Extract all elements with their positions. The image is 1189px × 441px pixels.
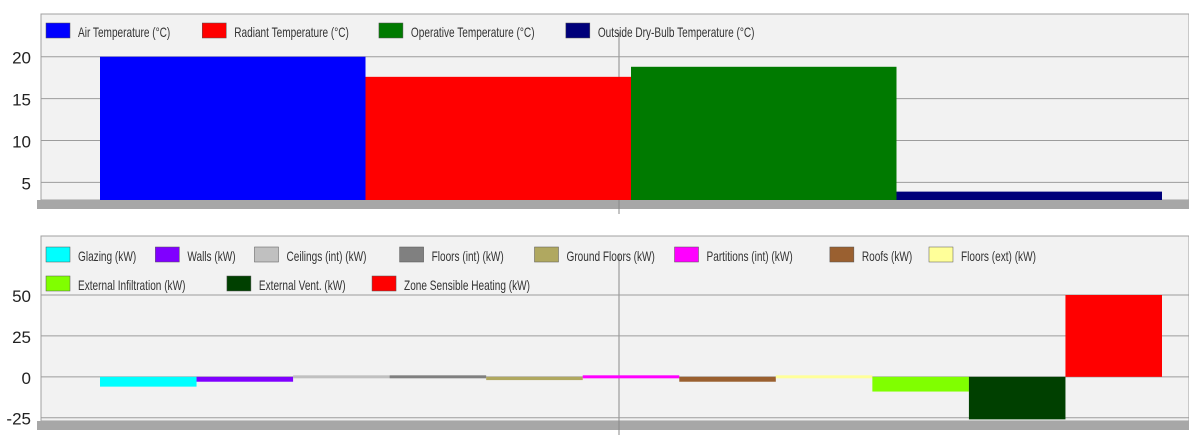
- legend-label-ceilings-int-kw: Ceilings (int) (kW): [286, 248, 366, 264]
- y-tick-label: 0: [22, 369, 31, 388]
- y-tick-label: 10: [12, 133, 31, 152]
- simulation-results-view: 5 10 15 20 Air Temperature (°C) Radiant Tempe…: [0, 0, 1189, 436]
- legend-swatch-partitions-int-kw: [674, 246, 699, 263]
- legend-label-partitions-int-kw: Partitions (int) (kW): [707, 248, 793, 264]
- legend-swatch-floors-ext-kw: [928, 246, 954, 263]
- bar-operative-temperature-c: [631, 66, 897, 200]
- bar-partitions-int-kw: [582, 375, 680, 379]
- bar-roofs-kw: [679, 376, 776, 382]
- legend-swatch-ground-floors-kw: [534, 246, 559, 263]
- legend-swatch-floors-int-kw: [399, 246, 424, 263]
- legend-swatch-glazing-kw: [45, 246, 71, 263]
- legend-swatch-roofs-kw: [829, 246, 855, 263]
- chart-base-shadow: [37, 421, 1189, 430]
- legend-label-floors-ext-kw: Floors (ext) (kW): [961, 248, 1036, 264]
- bar-glazing-kw: [100, 376, 197, 387]
- legend-label-external-vent-kw: External Vent. (kW): [259, 277, 346, 293]
- bar-floors-ext-kw: [775, 375, 873, 379]
- bar-air-temperature-c: [100, 56, 366, 200]
- chart-panel-2: -25 0 25 50 Glazing (kW) Walls (kW) Ceilings (…: [6, 235, 1189, 435]
- bar-external-vent-kw: [968, 376, 1066, 420]
- legend-label-radiant-temperature-c: Radiant Temperature (°C): [234, 24, 349, 40]
- legend-swatch-ceilings-int-kw: [254, 246, 279, 263]
- bar-external-infiltration-kw: [872, 376, 969, 392]
- legend-swatch-operative-temperature-c: [378, 22, 404, 39]
- bar-radiant-temperature-c: [365, 76, 631, 200]
- legend-label-roofs-kw: Roofs (kW): [862, 248, 912, 264]
- legend-swatch-zone-sensible-heating-kw: [371, 275, 397, 292]
- chart-panel-1: 5 10 15 20 Air Temperature (°C) Radiant Tempe…: [12, 13, 1189, 214]
- y-tick-label: 5: [22, 174, 31, 193]
- legend-label-glazing-kw: Glazing (kW): [78, 248, 136, 264]
- bar-zone-sensible-heating-kw: [1065, 295, 1162, 377]
- bar-floors-int-kw: [389, 375, 487, 379]
- y-tick-label: 50: [12, 287, 31, 306]
- legend-swatch-radiant-temperature-c: [201, 22, 227, 39]
- legend-label-outside-dry-bulb-temperature-c: Outside Dry-Bulb Temperature (°C): [598, 24, 755, 40]
- legend-swatch-external-vent-kw: [226, 275, 252, 292]
- legend-swatch-external-infiltration-kw: [45, 275, 71, 292]
- legend-swatch-walls-kw: [155, 246, 180, 263]
- results-charts: 5 10 15 20 Air Temperature (°C) Radiant Tempe…: [6, 13, 1189, 435]
- bar-ground-floors-kw: [486, 376, 583, 381]
- y-tick-label: 20: [12, 49, 31, 68]
- legend-label-walls-kw: Walls (kW): [187, 248, 235, 264]
- bar-ceilings-int-kw: [293, 375, 390, 379]
- legend-swatch-outside-dry-bulb-temperature-c: [565, 22, 591, 39]
- legend-label-air-temperature-c: Air Temperature (°C): [78, 24, 170, 40]
- legend-label-operative-temperature-c: Operative Temperature (°C): [411, 24, 535, 40]
- chart-base-shadow: [37, 200, 1189, 209]
- y-tick-label: 15: [12, 91, 31, 110]
- legend-label-ground-floors-kw: Ground Floors (kW): [566, 248, 654, 264]
- bar-outside-dry-bulb-temperature-c: [896, 191, 1162, 200]
- legend-swatch-air-temperature-c: [45, 22, 71, 39]
- y-tick-label: -25: [6, 410, 31, 429]
- bar-walls-kw: [196, 376, 294, 382]
- y-tick-label: 25: [12, 328, 31, 347]
- legend-label-zone-sensible-heating-kw: Zone Sensible Heating (kW): [404, 277, 530, 293]
- legend-label-floors-int-kw: Floors (int) (kW): [432, 248, 504, 264]
- legend-label-external-infiltration-kw: External Infiltration (kW): [78, 277, 185, 293]
